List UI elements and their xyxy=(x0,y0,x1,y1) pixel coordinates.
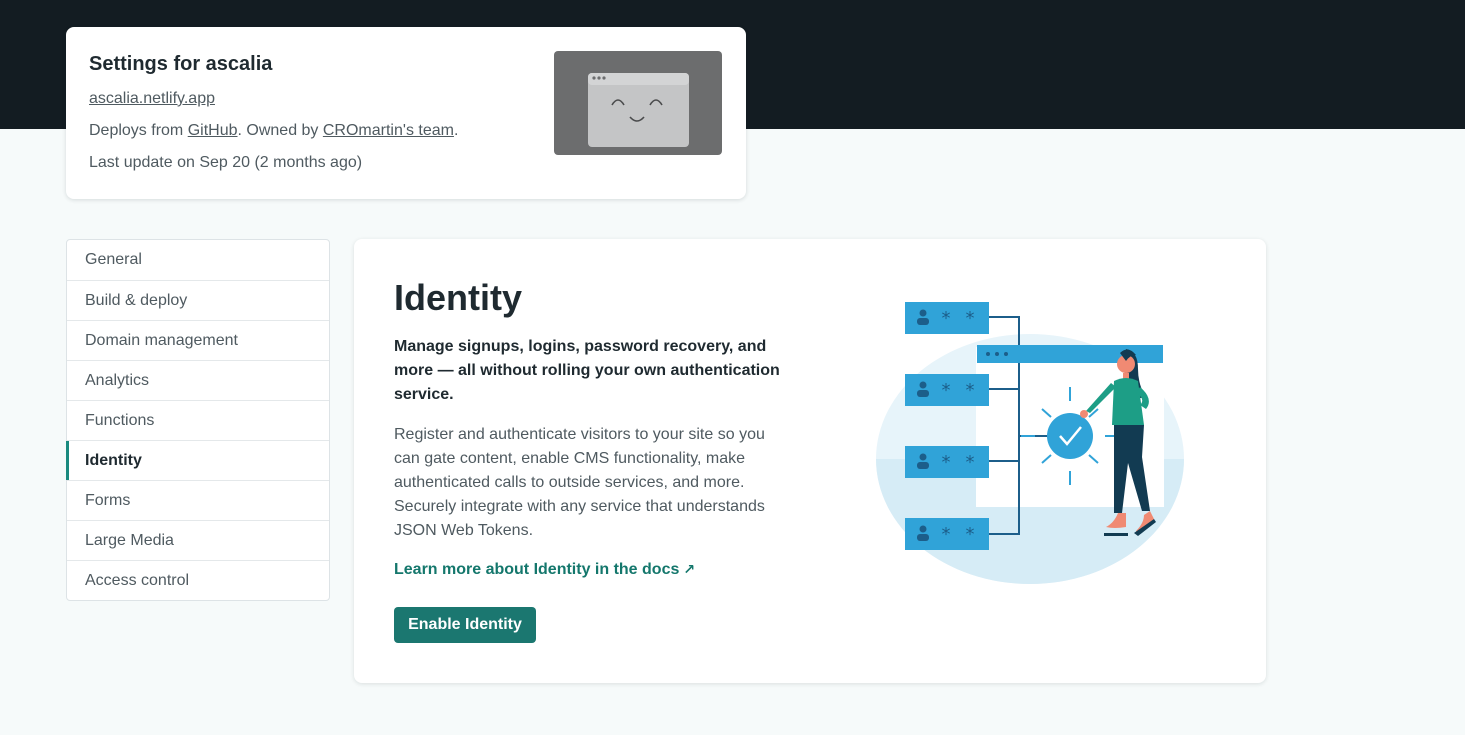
identity-description: Register and authenticate visitors to yo… xyxy=(394,426,765,539)
svg-text:*: * xyxy=(966,308,975,329)
site-deploy-info: Deploys from GitHub. Owned by CROmartin'… xyxy=(89,122,458,140)
team-link[interactable]: CROmartin's team xyxy=(323,122,454,139)
sidebar-item-general[interactable]: General xyxy=(67,240,329,280)
svg-text:*: * xyxy=(966,380,975,401)
browser-smiley-icon xyxy=(588,73,689,147)
svg-text:*: * xyxy=(942,308,951,329)
svg-text:*: * xyxy=(966,524,975,545)
sidebar-item-large-media[interactable]: Large Media xyxy=(67,520,329,560)
enable-identity-button[interactable]: Enable Identity xyxy=(394,607,536,643)
sidebar-item-access-control[interactable]: Access control xyxy=(67,560,329,600)
credential-row-2: * * xyxy=(905,374,989,406)
identity-panel: Identity Manage signups, logins, passwor… xyxy=(354,239,1266,683)
identity-illustration: * * * * * * * * xyxy=(876,302,1184,584)
site-summary-card: Settings for ascalia ascalia.netlify.app… xyxy=(66,27,746,199)
credential-row-1: * * xyxy=(905,302,989,334)
sidebar-item-forms[interactable]: Forms xyxy=(67,480,329,520)
sidebar-item-analytics[interactable]: Analytics xyxy=(67,360,329,400)
credential-row-4: * * xyxy=(905,518,989,550)
sidebar-item-identity[interactable]: Identity xyxy=(66,440,329,480)
page-title: Identity xyxy=(394,277,523,318)
svg-text:*: * xyxy=(942,380,951,401)
site-preview-thumbnail[interactable] xyxy=(554,51,722,155)
sidebar-item-domain-management[interactable]: Domain management xyxy=(67,320,329,360)
sidebar-item-functions[interactable]: Functions xyxy=(67,400,329,440)
site-title: Settings for ascalia xyxy=(89,53,273,75)
last-update-text: Last update on Sep 20 (2 months ago) xyxy=(89,154,363,171)
github-link[interactable]: GitHub xyxy=(188,122,238,139)
docs-link[interactable]: Learn more about Identity in the docs ↗ xyxy=(394,561,695,579)
svg-text:*: * xyxy=(966,452,975,473)
sidebar-item-build-deploy[interactable]: Build & deploy xyxy=(67,280,329,320)
owned-suffix: . xyxy=(453,122,459,139)
svg-text:*: * xyxy=(942,524,951,545)
deploys-prefix: Deploys from xyxy=(89,122,188,139)
docs-link-label: Learn more about Identity in the docs xyxy=(394,561,680,578)
settings-sidebar: General Build & deploy Domain management… xyxy=(66,239,330,601)
site-url-link[interactable]: ascalia.netlify.app xyxy=(89,90,215,108)
credential-row-3: * * xyxy=(905,446,989,478)
owned-prefix: . Owned by xyxy=(237,122,323,139)
external-arrow-icon: ↗ xyxy=(683,561,696,577)
identity-lead-text: Manage signups, logins, password recover… xyxy=(394,338,780,403)
svg-text:*: * xyxy=(942,452,951,473)
